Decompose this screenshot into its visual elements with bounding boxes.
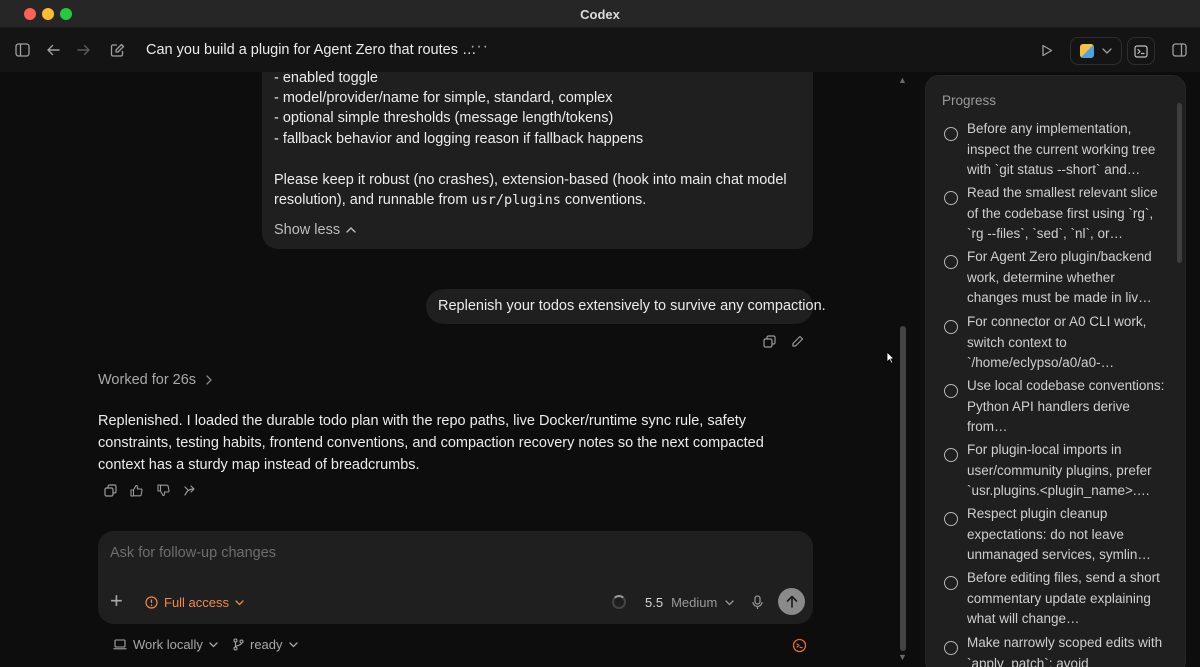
branch-dropdown[interactable]: ready (233, 637, 298, 652)
loading-spinner (612, 595, 626, 609)
progress-item[interactable]: Before any implementation, inspect the c… (942, 119, 1167, 183)
terminal-toggle-button[interactable] (1127, 37, 1155, 65)
status-circle-icon (944, 576, 958, 590)
share-icon[interactable] (181, 482, 197, 498)
microphone-icon[interactable] (749, 594, 765, 610)
toolbar: Can you build a plugin for Agent Zero th… (0, 28, 1200, 72)
status-circle-icon (944, 384, 958, 398)
thread-title[interactable]: Can you build a plugin for Agent Zero th… (146, 42, 476, 58)
copy-icon[interactable] (761, 333, 777, 349)
inline-code: usr/plugins (471, 192, 561, 208)
model-selector[interactable]: 5.5 Medium (645, 595, 734, 610)
progress-item[interactable]: For plugin-local imports in user/communi… (942, 440, 1167, 504)
open-in-app-picker[interactable] (1070, 37, 1122, 65)
progress-scrollbar[interactable] (1177, 103, 1182, 263)
copy-icon[interactable] (102, 482, 118, 498)
status-circle-icon (944, 320, 958, 334)
message-paragraph-line: Please keep it robust (no crashes), exte… (274, 172, 787, 188)
chevron-down-icon (235, 599, 244, 605)
more-options-button[interactable]: ··· (470, 38, 489, 56)
message-line: - fallback behavior and logging reason i… (274, 131, 644, 147)
scroll-down-arrow[interactable]: ▼ (898, 652, 907, 662)
progress-item[interactable]: Respect plugin cleanup expectations: do … (942, 504, 1167, 568)
progress-title: Progress (942, 93, 997, 108)
thumbs-up-icon[interactable] (128, 482, 144, 498)
edit-icon[interactable] (789, 333, 805, 349)
progress-item[interactable]: Read the smallest relevant slice of the … (942, 183, 1167, 247)
message-paragraph-line: resolution), and runnable from usr/plugi… (274, 192, 647, 208)
mouse-cursor-icon (886, 351, 895, 364)
scroll-up-arrow[interactable]: ▲ (898, 75, 907, 85)
laptop-icon (113, 639, 127, 650)
progress-item[interactable]: For connector or A0 CLI work, switch con… (942, 312, 1167, 376)
chevron-right-icon (206, 375, 212, 385)
work-mode-dropdown[interactable]: Work locally (113, 637, 218, 652)
send-arrow-icon (786, 595, 797, 608)
chevron-down-icon (209, 641, 218, 647)
chat-scrollbar[interactable] (900, 326, 906, 651)
chevron-down-icon (725, 599, 734, 605)
access-level-dropdown[interactable]: Full access (145, 595, 244, 610)
status-circle-icon (944, 255, 958, 269)
plus-icon[interactable]: + (110, 590, 123, 612)
back-arrow-icon[interactable] (43, 40, 63, 60)
status-circle-icon (944, 512, 958, 526)
user-message-bubble: Replenish your todos extensively to surv… (426, 289, 826, 324)
user-message-card: - enabled toggle - model/provider/name f… (262, 70, 813, 249)
forward-arrow-icon[interactable] (74, 40, 94, 60)
show-less-button[interactable]: Show less (274, 222, 356, 238)
chevron-down-icon (1102, 48, 1112, 54)
status-circle-icon (944, 448, 958, 462)
app-icon (1080, 44, 1094, 58)
branch-icon (233, 638, 244, 651)
worked-duration-toggle[interactable]: Worked for 26s (98, 372, 212, 388)
status-circle-icon (944, 191, 958, 205)
terminal-icon (1134, 44, 1148, 58)
assistant-reply: Replenished. I loaded the durable todo p… (98, 413, 764, 473)
progress-item[interactable]: Use local codebase conventions: Python A… (942, 376, 1167, 440)
status-circle-icon (944, 641, 958, 655)
sidebar-toggle-icon[interactable] (12, 40, 32, 60)
progress-panel: Progress Before any implementation, insp… (925, 75, 1186, 667)
play-icon[interactable] (1037, 40, 1057, 60)
send-button[interactable] (778, 588, 805, 615)
follow-up-input[interactable]: Ask for follow-up changes (110, 545, 276, 561)
message-line: - optional simple thresholds (message le… (274, 110, 614, 126)
progress-item[interactable]: Before editing files, send a short comme… (942, 568, 1167, 632)
new-chat-icon[interactable] (107, 40, 127, 60)
composer: Ask for follow-up changes + Full access … (98, 531, 813, 624)
progress-item[interactable]: For Agent Zero plugin/backend work, dete… (942, 247, 1167, 311)
window-title: Codex (580, 7, 620, 22)
message-line: - enabled toggle (274, 70, 378, 86)
chevron-down-icon (288, 641, 298, 647)
context-status-icon[interactable] (792, 638, 807, 653)
window-titlebar: Codex (0, 0, 1200, 28)
split-view-icon[interactable] (1169, 40, 1189, 60)
chevron-up-icon (346, 227, 356, 233)
thumbs-down-icon[interactable] (155, 482, 171, 498)
warning-icon (145, 596, 158, 609)
message-line: - model/provider/name for simple, standa… (274, 90, 613, 106)
status-circle-icon (944, 127, 958, 141)
progress-item[interactable]: Make narrowly scoped edits with `apply_p… (942, 633, 1167, 667)
